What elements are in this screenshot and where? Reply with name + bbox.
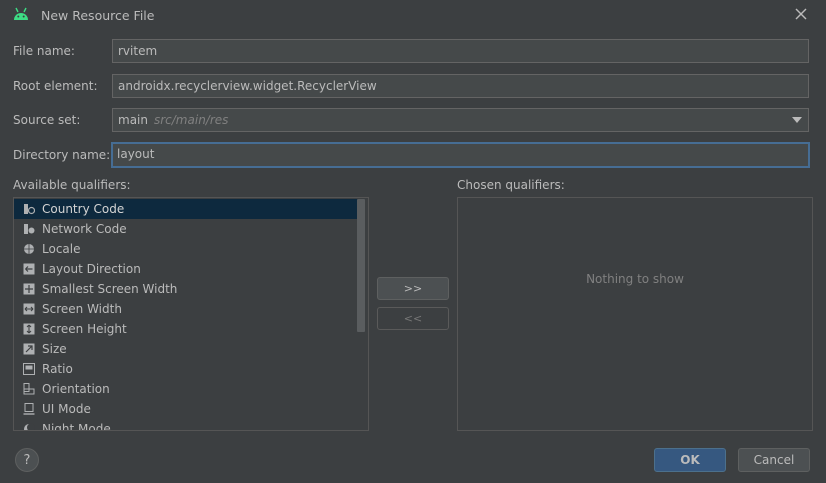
network-code-icon — [24, 224, 35, 234]
list-item-label: Layout Direction — [42, 262, 141, 276]
list-item-label: Smallest Screen Width — [42, 282, 178, 296]
directory-name-field[interactable]: layout — [111, 142, 810, 168]
list-item[interactable]: Night Mode — [14, 419, 359, 431]
list-item-label: Night Mode — [42, 422, 111, 431]
country-code-icon — [24, 204, 35, 215]
close-icon[interactable] — [792, 5, 810, 23]
list-item[interactable]: Orientation — [14, 379, 359, 399]
list-item-label: Network Code — [42, 222, 127, 236]
available-qualifiers-list[interactable]: Country Code Network Code Locale Layout Dir… — [13, 197, 369, 431]
window-title: New Resource File — [41, 8, 155, 23]
directory-name-label: Directory name: — [13, 148, 111, 162]
layout-direction-icon — [23, 263, 35, 275]
chosen-qualifiers-list[interactable] — [457, 197, 813, 431]
help-icon: ? — [23, 452, 31, 468]
list-item[interactable]: Screen Height — [14, 319, 359, 339]
list-item[interactable]: Ratio — [14, 359, 359, 379]
ui-mode-icon — [23, 403, 35, 415]
list-item[interactable]: UI Mode — [14, 399, 359, 419]
orientation-icon — [23, 383, 35, 395]
size-icon — [23, 343, 35, 355]
chevron-down-icon[interactable] — [792, 117, 802, 123]
source-set-value: main — [118, 113, 148, 127]
source-set-dropdown[interactable]: main src/main/res — [112, 108, 809, 132]
add-qualifier-button[interactable]: >> — [377, 277, 449, 300]
list-item[interactable]: Size — [14, 339, 359, 359]
list-item-label: Screen Width — [42, 302, 122, 316]
root-element-field[interactable]: androidx.recyclerview.widget.RecyclerVie… — [112, 74, 809, 98]
file-name-field[interactable]: rvitem — [112, 39, 809, 63]
list-item-label: Size — [42, 342, 67, 356]
ok-button[interactable]: OK — [654, 448, 726, 472]
root-element-value: androidx.recyclerview.widget.RecyclerVie… — [118, 79, 377, 93]
list-item-label: Orientation — [42, 382, 110, 396]
file-name-label: File name: — [13, 44, 75, 58]
root-element-label: Root element: — [13, 79, 98, 93]
chosen-qualifiers-label: Chosen qualifiers: — [457, 178, 565, 192]
available-qualifiers-label: Available qualifiers: — [13, 178, 131, 192]
list-item[interactable]: Country Code — [14, 199, 359, 219]
screen-width-icon — [23, 303, 35, 315]
empty-list-message: Nothing to show — [586, 272, 684, 286]
list-scrollbar[interactable] — [357, 199, 365, 332]
screen-height-icon — [23, 323, 35, 335]
list-item[interactable]: Network Code — [14, 219, 359, 239]
cancel-button[interactable]: Cancel — [738, 448, 810, 472]
ratio-icon — [23, 363, 35, 375]
list-item-label: Country Code — [42, 202, 125, 216]
list-item[interactable]: Locale — [14, 239, 359, 259]
list-item[interactable]: Layout Direction — [14, 259, 359, 279]
help-button[interactable]: ? — [15, 448, 39, 472]
smallest-width-icon — [23, 283, 35, 295]
globe-icon — [24, 244, 34, 254]
list-item[interactable]: Screen Width — [14, 299, 359, 319]
list-item-label: Screen Height — [42, 322, 127, 336]
directory-name-value: layout — [117, 147, 155, 161]
list-item-label: Locale — [42, 242, 81, 256]
night-mode-icon — [24, 423, 35, 430]
source-set-hint: src/main/res — [153, 113, 229, 127]
list-item-label: Ratio — [42, 362, 73, 376]
list-item-label: UI Mode — [42, 402, 91, 416]
source-set-label: Source set: — [13, 113, 81, 127]
list-item[interactable]: Smallest Screen Width — [14, 279, 359, 299]
remove-qualifier-button[interactable]: << — [377, 307, 449, 330]
file-name-value: rvitem — [118, 44, 158, 58]
android-icon — [14, 7, 28, 20]
